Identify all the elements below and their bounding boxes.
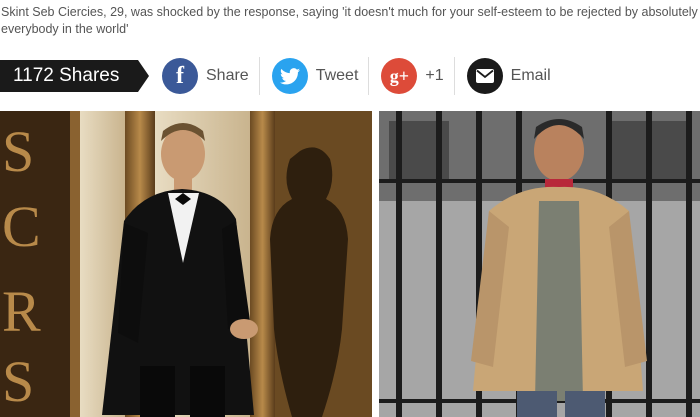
email-share-label: Email	[510, 67, 551, 84]
svg-text:C: C	[2, 194, 41, 259]
shares-count-badge: 1172 Shares	[0, 60, 149, 92]
twitter-icon	[271, 58, 308, 94]
share-bar: 1172 Shares f Share Tweet g+ +1 Email	[0, 56, 700, 96]
facebook-share-button[interactable]: f Share	[162, 57, 260, 95]
twitter-tweet-button[interactable]: Tweet	[271, 57, 370, 95]
svg-text:R: R	[2, 279, 41, 344]
facebook-share-label: Share	[206, 67, 249, 84]
google-plus-icon: g+	[381, 58, 418, 94]
google-plus-button[interactable]: g+ +1	[381, 57, 455, 95]
email-icon	[466, 58, 503, 94]
article-caption: Skint Seb Ciercies, 29, was shocked by t…	[1, 5, 698, 36]
svg-text:S: S	[2, 119, 34, 184]
twitter-tweet-label: Tweet	[315, 67, 359, 84]
red-carpet-photo: S C S R	[0, 111, 372, 417]
street-photo	[379, 111, 700, 417]
svg-text:S: S	[2, 349, 34, 414]
email-share-button[interactable]: Email	[466, 57, 561, 95]
google-plus-label: +1	[425, 67, 444, 84]
facebook-icon: f	[162, 58, 198, 94]
